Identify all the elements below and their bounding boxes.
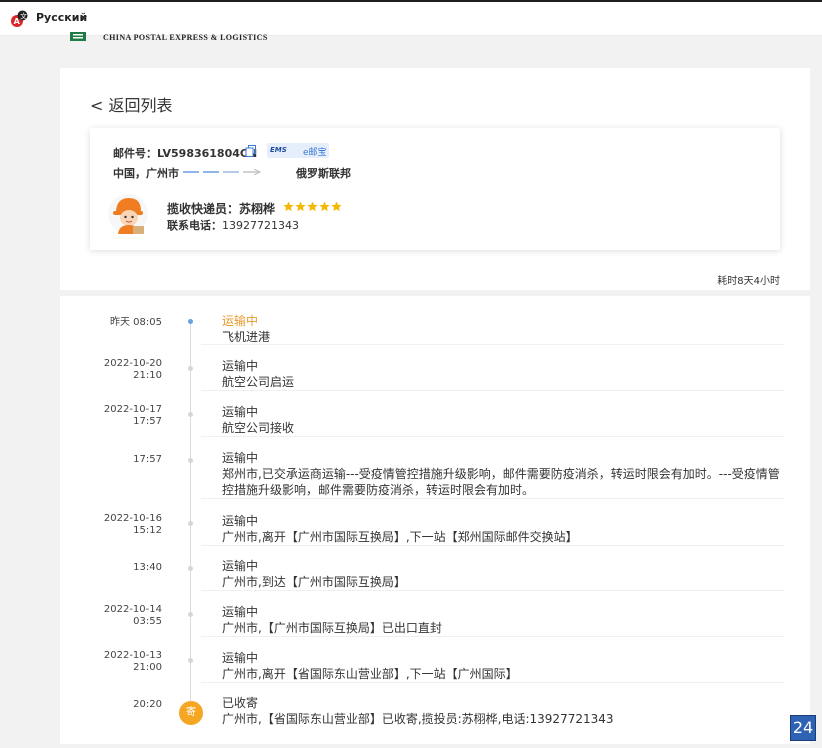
courier-rating: [283, 201, 343, 213]
phone-number: 13927721343: [222, 219, 299, 232]
event-detail: 广州市,离开【省国际东山营业部】,下一站【广州国际】: [222, 667, 518, 681]
page-number-badge: 24: [790, 715, 816, 741]
courier-label: 揽收快递员：: [167, 202, 240, 216]
timeline-dot: [188, 566, 193, 571]
timeline-separator: [201, 390, 784, 391]
event-date-text: 17:57: [133, 454, 162, 465]
event-date: 2022-10-14 03:55: [104, 604, 162, 628]
event-date-text: 2022-10-16: [103, 513, 162, 524]
event-detail: 飞机进港: [222, 330, 271, 344]
event-detail: 广州市,到达【广州市国际互换局】: [222, 575, 406, 589]
mail-number-label: 邮件号：: [113, 147, 157, 160]
phone-row: 联系电话：13927721343: [167, 217, 299, 233]
timeline-separator: [201, 682, 784, 683]
event-date-text: 2022-10-14: [103, 604, 162, 615]
top-bar: A 文 Русский: [0, 2, 822, 36]
svg-text:文: 文: [20, 12, 27, 21]
event-date: 2022-10-16 15:12: [104, 513, 162, 537]
event-date-text: 2022-10-13: [103, 650, 162, 661]
event-status: 运输中: [222, 514, 259, 528]
posted-badge-icon: 寄: [179, 701, 203, 725]
timeline-separator: [201, 498, 784, 499]
event-status: 已收寄: [222, 696, 259, 710]
shipment-summary-card: < 返回列表 邮件号：LV598361804CN EMS e邮宝 中国，广州市 …: [60, 68, 810, 290]
event-status: 运输中: [222, 451, 259, 465]
event-date-text: 2022-10-20: [103, 358, 162, 369]
timeline-separator: [201, 636, 784, 637]
event-time-text: 21:10: [133, 370, 162, 381]
timeline-dot: [188, 366, 193, 371]
event-detail: 广州市,离开【广州市国际互换局】,下一站【郑州国际邮件交换站】: [222, 530, 578, 544]
event-date: 2022-10-13 21:00: [104, 650, 162, 674]
service-name: e邮宝: [303, 148, 327, 158]
mail-number-row: 邮件号：LV598361804CN: [113, 145, 257, 161]
event-status: 运输中: [222, 559, 259, 573]
language-icon[interactable]: A 文: [10, 10, 28, 28]
ems-logo: EMS: [270, 146, 287, 154]
mail-number: LV598361804CN: [157, 147, 258, 160]
timeline-dot: [188, 521, 193, 526]
copy-icon[interactable]: [245, 145, 257, 157]
event-status: 运输中: [222, 605, 259, 619]
event-date-text: 20:20: [133, 699, 162, 710]
event-date-text: 昨天 08:05: [110, 317, 162, 328]
chevron-down-icon[interactable]: [81, 16, 87, 20]
elapsed-time: 耗时8天4小时: [717, 276, 780, 287]
event-date-text: 2022-10-17: [103, 404, 162, 415]
event-detail: 航空公司接收: [222, 421, 295, 435]
courier-avatar: [108, 194, 148, 234]
timeline-dot: [188, 412, 193, 417]
event-detail: 广州市,【广州市国际互换局】已出口直封: [222, 621, 442, 635]
event-date: 昨天 08:05: [110, 317, 162, 329]
origin: 中国，广州市: [113, 167, 179, 180]
language-selector[interactable]: Русский: [36, 11, 87, 24]
star-icon: [295, 201, 306, 212]
event-status: 运输中: [222, 359, 259, 373]
event-date: 2022-10-20 21:10: [104, 358, 162, 382]
event-time-text: 21:00: [133, 662, 162, 673]
back-to-list-link[interactable]: < 返回列表: [90, 92, 173, 116]
courier-name: 苏栩桦: [239, 202, 276, 216]
phone-label: 联系电话：: [167, 219, 222, 232]
event-detail: 郑州市,已交承运商运输---受疫情管控措施升级影响，邮件需要防疫消杀，转运时限会…: [222, 467, 780, 497]
event-time-text: 17:57: [133, 416, 162, 427]
event-date-text: 13:40: [133, 562, 162, 573]
star-icon: [307, 201, 318, 212]
timeline-dot: [188, 658, 193, 663]
timeline-separator: [201, 545, 784, 546]
brand-name: CHINA POSTAL EXPRESS & LOGISTICS: [103, 33, 268, 42]
star-icon: [319, 201, 330, 212]
timeline-dot-current: [188, 319, 193, 324]
china-post-logo-icon: [70, 32, 86, 41]
timeline-separator: [201, 590, 784, 591]
tracking-timeline: 昨天 08:05 运输中 飞机进港 2022-10-20 21:10 运输中 航空公司启运 2…: [60, 296, 810, 744]
shipment-info-panel: 邮件号：LV598361804CN EMS e邮宝 中国，广州市 俄罗斯联邦 揽…: [90, 128, 780, 250]
event-date: 17:57: [133, 454, 162, 466]
route-arrow-icon: [183, 169, 262, 175]
event-date: 20:20: [133, 699, 162, 711]
event-detail: 广州市,【省国际东山营业部】已收寄,揽投员:苏栩桦,电话:13927721343: [222, 712, 614, 726]
timeline-dot: [188, 612, 193, 617]
event-status: 运输中: [222, 405, 259, 419]
event-status: 运输中: [222, 314, 259, 328]
destination: 俄罗斯联邦: [296, 167, 351, 180]
timeline-separator: [201, 344, 784, 345]
event-status: 运输中: [222, 651, 259, 665]
event-time-text: 15:12: [133, 525, 162, 536]
star-icon: [283, 201, 294, 212]
event-detail: 航空公司启运: [222, 375, 295, 389]
timeline-line: [190, 323, 191, 708]
event-time-text: 03:55: [133, 616, 162, 627]
timeline-separator: [201, 436, 784, 437]
event-date: 13:40: [133, 562, 162, 574]
courier-row: 揽收快递员：苏栩桦: [167, 200, 275, 217]
service-badge: EMS e邮宝: [267, 143, 329, 158]
timeline-dot: [188, 458, 193, 463]
event-date: 2022-10-17 17:57: [104, 404, 162, 428]
star-icon: [331, 201, 342, 212]
